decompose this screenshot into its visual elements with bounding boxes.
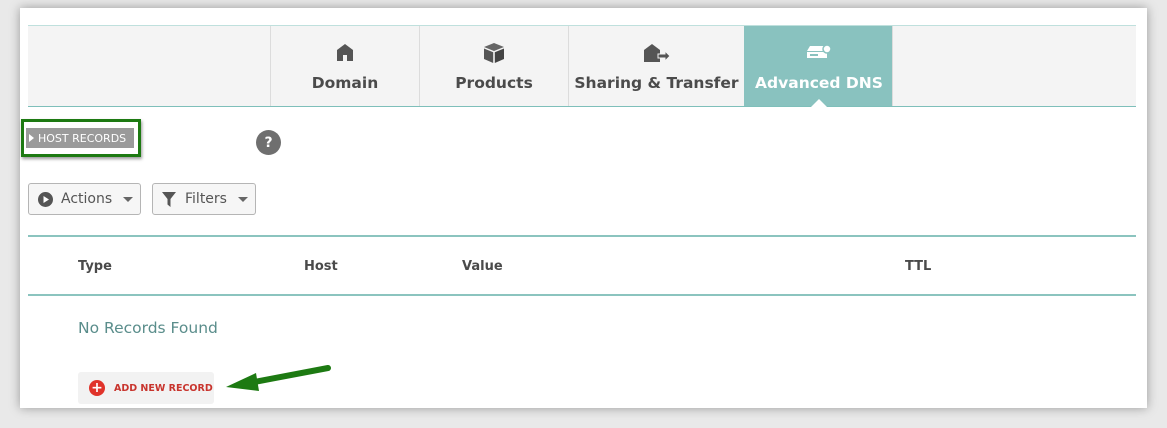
empty-records-message: No Records Found [78,319,218,337]
domain-tabs: Domain Products Sharing & Transfer Advan… [28,25,1136,107]
tab-advanced-dns[interactable]: Advanced DNS [744,26,893,107]
plus-circle-icon: + [89,380,105,396]
help-button[interactable]: ? [256,130,281,155]
add-new-record-button[interactable]: + ADD NEW RECORD [78,372,214,404]
pointer-arrow-icon [226,365,331,391]
tab-advanced-dns-label: Advanced DNS [755,73,883,92]
tab-sharing-transfer-label: Sharing & Transfer [574,73,739,92]
play-circle-icon [38,191,53,207]
filters-label: Filters [185,191,227,207]
column-value: Value [462,259,503,274]
box-icon [483,41,505,65]
caret-down-icon [123,196,134,202]
caret-down-icon [237,196,248,202]
tab-domain-label: Domain [311,73,379,92]
home-icon [337,41,353,65]
actions-dropdown[interactable]: Actions [28,183,141,215]
dns-panel: Domain Products Sharing & Transfer Advan… [20,8,1147,408]
column-host: Host [304,259,338,274]
dns-server-icon [807,41,831,65]
actions-label: Actions [61,191,113,207]
host-records-toggle[interactable]: HOST RECORDS [26,128,134,148]
host-records-highlight: HOST RECORDS [21,119,141,157]
panel-content: Domain Products Sharing & Transfer Advan… [21,8,1136,408]
filter-icon [162,191,176,207]
filters-dropdown[interactable]: Filters [152,183,256,215]
tab-products-label: Products [455,73,533,92]
tab-domain[interactable]: Domain [270,26,419,106]
records-table-header: Type Host Value TTL [28,235,1136,296]
tab-products[interactable]: Products [419,26,568,106]
column-type: Type [78,259,112,274]
share-transfer-icon [643,41,670,65]
column-ttl: TTL [905,259,932,274]
host-records-title: HOST RECORDS [38,131,127,145]
tab-divider [892,26,893,106]
add-new-record-label: ADD NEW RECORD [114,382,213,394]
tab-sharing-transfer[interactable]: Sharing & Transfer [568,26,744,106]
caret-right-icon [29,134,34,142]
